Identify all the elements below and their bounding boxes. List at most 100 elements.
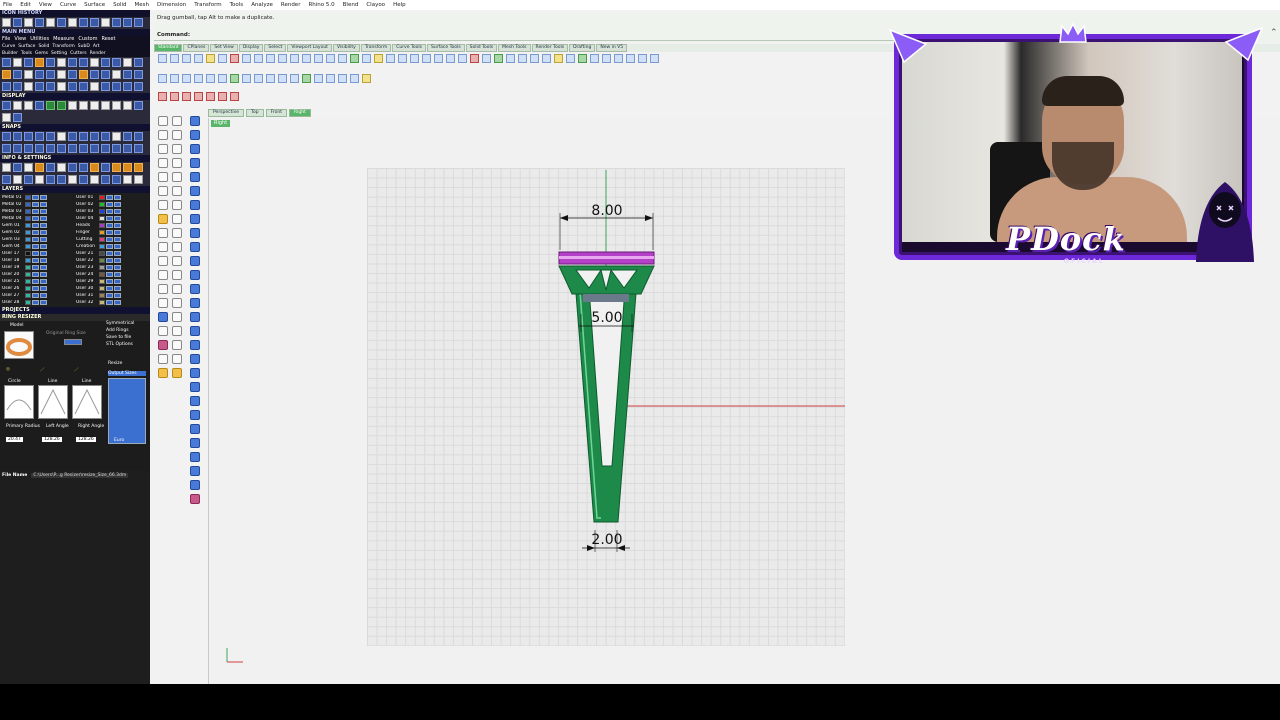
toolbar-tab-viewport-layout[interactable]: Viewport Layout bbox=[287, 44, 332, 52]
menu-mesh[interactable]: Mesh bbox=[135, 2, 149, 8]
left-menu-solid[interactable]: Solid bbox=[38, 43, 49, 50]
left-menu-surface[interactable]: Surface bbox=[18, 43, 35, 50]
layer-row[interactable]: Gem 01 bbox=[2, 222, 74, 229]
layer-row[interactable]: Gem 02 bbox=[2, 229, 74, 236]
menu-clayoo[interactable]: Clayoo bbox=[366, 2, 385, 8]
ring-size-field[interactable] bbox=[64, 339, 82, 345]
layer-row[interactable]: User 32 bbox=[76, 299, 148, 306]
file-name-field[interactable]: C:\Users\P...g Resizer\resize_Size_66.3d… bbox=[31, 473, 129, 478]
layer-visibility-icon[interactable] bbox=[32, 265, 39, 270]
layer-row[interactable]: Creation bbox=[76, 243, 148, 250]
layer-visibility-icon[interactable] bbox=[106, 272, 113, 277]
toolbar-tab-render-tools[interactable]: Render Tools bbox=[531, 44, 569, 52]
layer-lock-icon[interactable] bbox=[114, 251, 121, 256]
right-angle-field[interactable]: 128.26 bbox=[76, 437, 96, 442]
layer-visibility-icon[interactable] bbox=[32, 293, 39, 298]
layer-color-swatch[interactable] bbox=[99, 244, 105, 249]
layer-row[interactable]: Finger bbox=[76, 229, 148, 236]
menu-analyze[interactable]: Analyze bbox=[251, 2, 273, 8]
layer-row[interactable]: User 27 bbox=[2, 292, 74, 299]
layer-visibility-icon[interactable] bbox=[106, 293, 113, 298]
layer-row[interactable]: User 19 bbox=[2, 264, 74, 271]
layer-visibility-icon[interactable] bbox=[106, 251, 113, 256]
layer-lock-icon[interactable] bbox=[40, 223, 47, 228]
layer-visibility-icon[interactable] bbox=[32, 230, 39, 235]
menu-tools[interactable]: Tools bbox=[230, 2, 244, 8]
layer-visibility-icon[interactable] bbox=[32, 216, 39, 221]
menu-edit[interactable]: Edit bbox=[20, 2, 31, 8]
line-icon-2[interactable]: ／ bbox=[74, 367, 79, 373]
dim-top-value[interactable]: 8.00 bbox=[589, 203, 625, 219]
layer-lock-icon[interactable] bbox=[40, 230, 47, 235]
left-menu-setting[interactable]: Setting bbox=[51, 50, 67, 57]
layer-lock-icon[interactable] bbox=[40, 237, 47, 242]
layer-row[interactable]: User 04 bbox=[76, 215, 148, 222]
layer-lock-icon[interactable] bbox=[40, 265, 47, 270]
layer-lock-icon[interactable] bbox=[114, 272, 121, 277]
layer-row[interactable]: User 26 bbox=[2, 285, 74, 292]
layer-visibility-icon[interactable] bbox=[32, 300, 39, 305]
left-menu-builder[interactable]: Builder bbox=[2, 50, 18, 57]
layer-lock-icon[interactable] bbox=[40, 251, 47, 256]
layer-row[interactable]: Gem 04 bbox=[2, 243, 74, 250]
layer-lock-icon[interactable] bbox=[40, 300, 47, 305]
layer-color-swatch[interactable] bbox=[25, 293, 31, 298]
line-icon[interactable]: ／ bbox=[40, 367, 45, 373]
layer-row[interactable]: User 02 bbox=[76, 201, 148, 208]
layer-lock-icon[interactable] bbox=[40, 293, 47, 298]
layer-lock-icon[interactable] bbox=[114, 209, 121, 214]
option-save-to-file[interactable]: Save to file bbox=[106, 335, 131, 340]
layer-visibility-icon[interactable] bbox=[106, 195, 113, 200]
toolbar-tab-select[interactable]: Select bbox=[264, 44, 287, 52]
layer-color-swatch[interactable] bbox=[99, 223, 105, 228]
layer-color-swatch[interactable] bbox=[25, 237, 31, 242]
output-sizes-list[interactable] bbox=[108, 378, 146, 444]
layer-lock-icon[interactable] bbox=[114, 216, 121, 221]
layer-row[interactable]: User 20 bbox=[2, 271, 74, 278]
left-menu-file[interactable]: File bbox=[2, 36, 10, 43]
menu-transform[interactable]: Transform bbox=[194, 2, 221, 8]
left-menu-art[interactable]: Art bbox=[93, 43, 100, 50]
viewport-tab-top[interactable]: Top bbox=[246, 109, 264, 117]
viewport-tab-perspective[interactable]: Perspective bbox=[208, 109, 245, 117]
layer-visibility-icon[interactable] bbox=[32, 237, 39, 242]
menu-rhino-5-0[interactable]: Rhino 5.0 bbox=[308, 2, 334, 8]
option-add-rings[interactable]: Add Rings bbox=[106, 328, 129, 333]
layer-lock-icon[interactable] bbox=[40, 272, 47, 277]
layer-row[interactable]: Metal 04 bbox=[2, 215, 74, 222]
layer-row[interactable]: User 28 bbox=[2, 299, 74, 306]
layer-lock-icon[interactable] bbox=[40, 286, 47, 291]
layer-visibility-icon[interactable] bbox=[106, 230, 113, 235]
layer-color-swatch[interactable] bbox=[25, 230, 31, 235]
layer-visibility-icon[interactable] bbox=[32, 195, 39, 200]
toolbar-tab-curve-tools[interactable]: Curve Tools bbox=[392, 44, 426, 52]
option-stl-options[interactable]: STL Options bbox=[106, 342, 133, 347]
toolbar-tab-drafting[interactable]: Drafting bbox=[569, 44, 596, 52]
left-menu-render[interactable]: Render bbox=[90, 50, 106, 57]
layer-color-swatch[interactable] bbox=[99, 251, 105, 256]
panel-toggle-icon[interactable]: ⌃ bbox=[1270, 28, 1280, 44]
left-menu-gems[interactable]: Gems bbox=[35, 50, 48, 57]
left-menu-curve[interactable]: Curve bbox=[2, 43, 15, 50]
layer-row[interactable]: User 17 bbox=[2, 250, 74, 257]
layer-visibility-icon[interactable] bbox=[32, 251, 39, 256]
dim-bottom-value[interactable]: 2.00 bbox=[589, 532, 625, 548]
layer-color-swatch[interactable] bbox=[99, 209, 105, 214]
menu-surface[interactable]: Surface bbox=[84, 2, 105, 8]
layer-visibility-icon[interactable] bbox=[32, 209, 39, 214]
layer-row[interactable]: User 30 bbox=[76, 285, 148, 292]
toolbar-tab-solid-tools[interactable]: Solid Tools bbox=[465, 44, 498, 52]
toolbar-tab-display[interactable]: Display bbox=[238, 44, 264, 52]
menu-view[interactable]: View bbox=[39, 2, 52, 8]
layer-color-swatch[interactable] bbox=[25, 300, 31, 305]
layer-visibility-icon[interactable] bbox=[106, 286, 113, 291]
layer-color-swatch[interactable] bbox=[99, 258, 105, 263]
layer-color-swatch[interactable] bbox=[25, 216, 31, 221]
resize-button[interactable]: Resize bbox=[108, 361, 122, 366]
layer-row[interactable]: User 24 bbox=[76, 271, 148, 278]
layer-color-swatch[interactable] bbox=[25, 223, 31, 228]
layer-row[interactable]: Metal 03 bbox=[2, 208, 74, 215]
toolbar-tab-standard[interactable]: Standard bbox=[154, 44, 183, 52]
layer-row[interactable]: Heads bbox=[76, 222, 148, 229]
layer-row[interactable]: User 01 bbox=[76, 194, 148, 201]
